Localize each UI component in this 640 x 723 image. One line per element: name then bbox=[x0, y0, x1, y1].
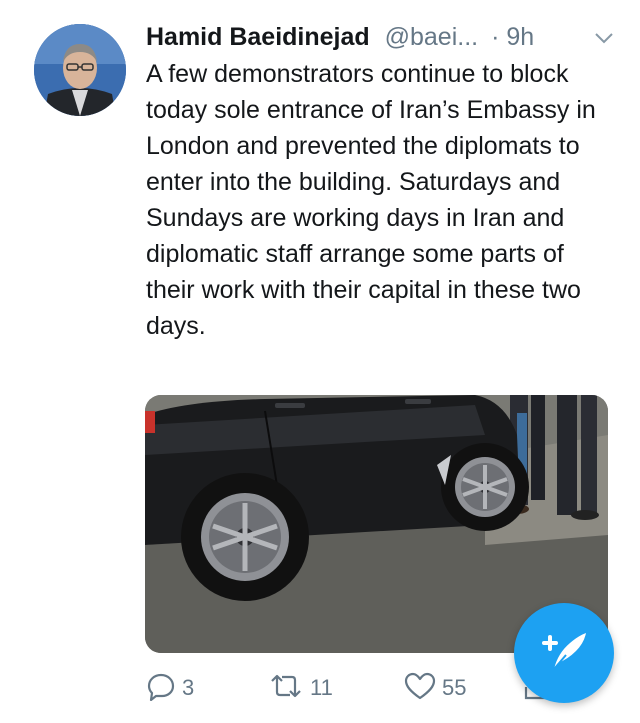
like-button[interactable]: 55 bbox=[404, 668, 466, 708]
tweet-header: Hamid Baeidinejad @baei... · 9h bbox=[146, 20, 616, 54]
reply-button[interactable]: 3 bbox=[146, 668, 194, 708]
compose-tweet-button[interactable] bbox=[514, 603, 614, 703]
retweet-count: 11 bbox=[310, 675, 333, 700]
author-name[interactable]: Hamid Baeidinejad bbox=[146, 23, 370, 51]
retweet-icon bbox=[268, 671, 304, 706]
chevron-down-icon[interactable] bbox=[592, 25, 616, 49]
reply-icon bbox=[146, 671, 176, 706]
like-count: 55 bbox=[442, 675, 467, 700]
heart-icon bbox=[404, 671, 436, 706]
avatar[interactable] bbox=[34, 24, 126, 116]
reply-count: 3 bbox=[182, 675, 195, 700]
compose-tweet-icon bbox=[536, 623, 592, 684]
tweet-text: A few demonstrators continue to block to… bbox=[146, 60, 596, 340]
author-handle[interactable]: @baei... bbox=[385, 23, 478, 51]
retweet-button[interactable]: 11 bbox=[268, 668, 333, 708]
tweet-timestamp[interactable]: · 9h bbox=[491, 23, 534, 51]
